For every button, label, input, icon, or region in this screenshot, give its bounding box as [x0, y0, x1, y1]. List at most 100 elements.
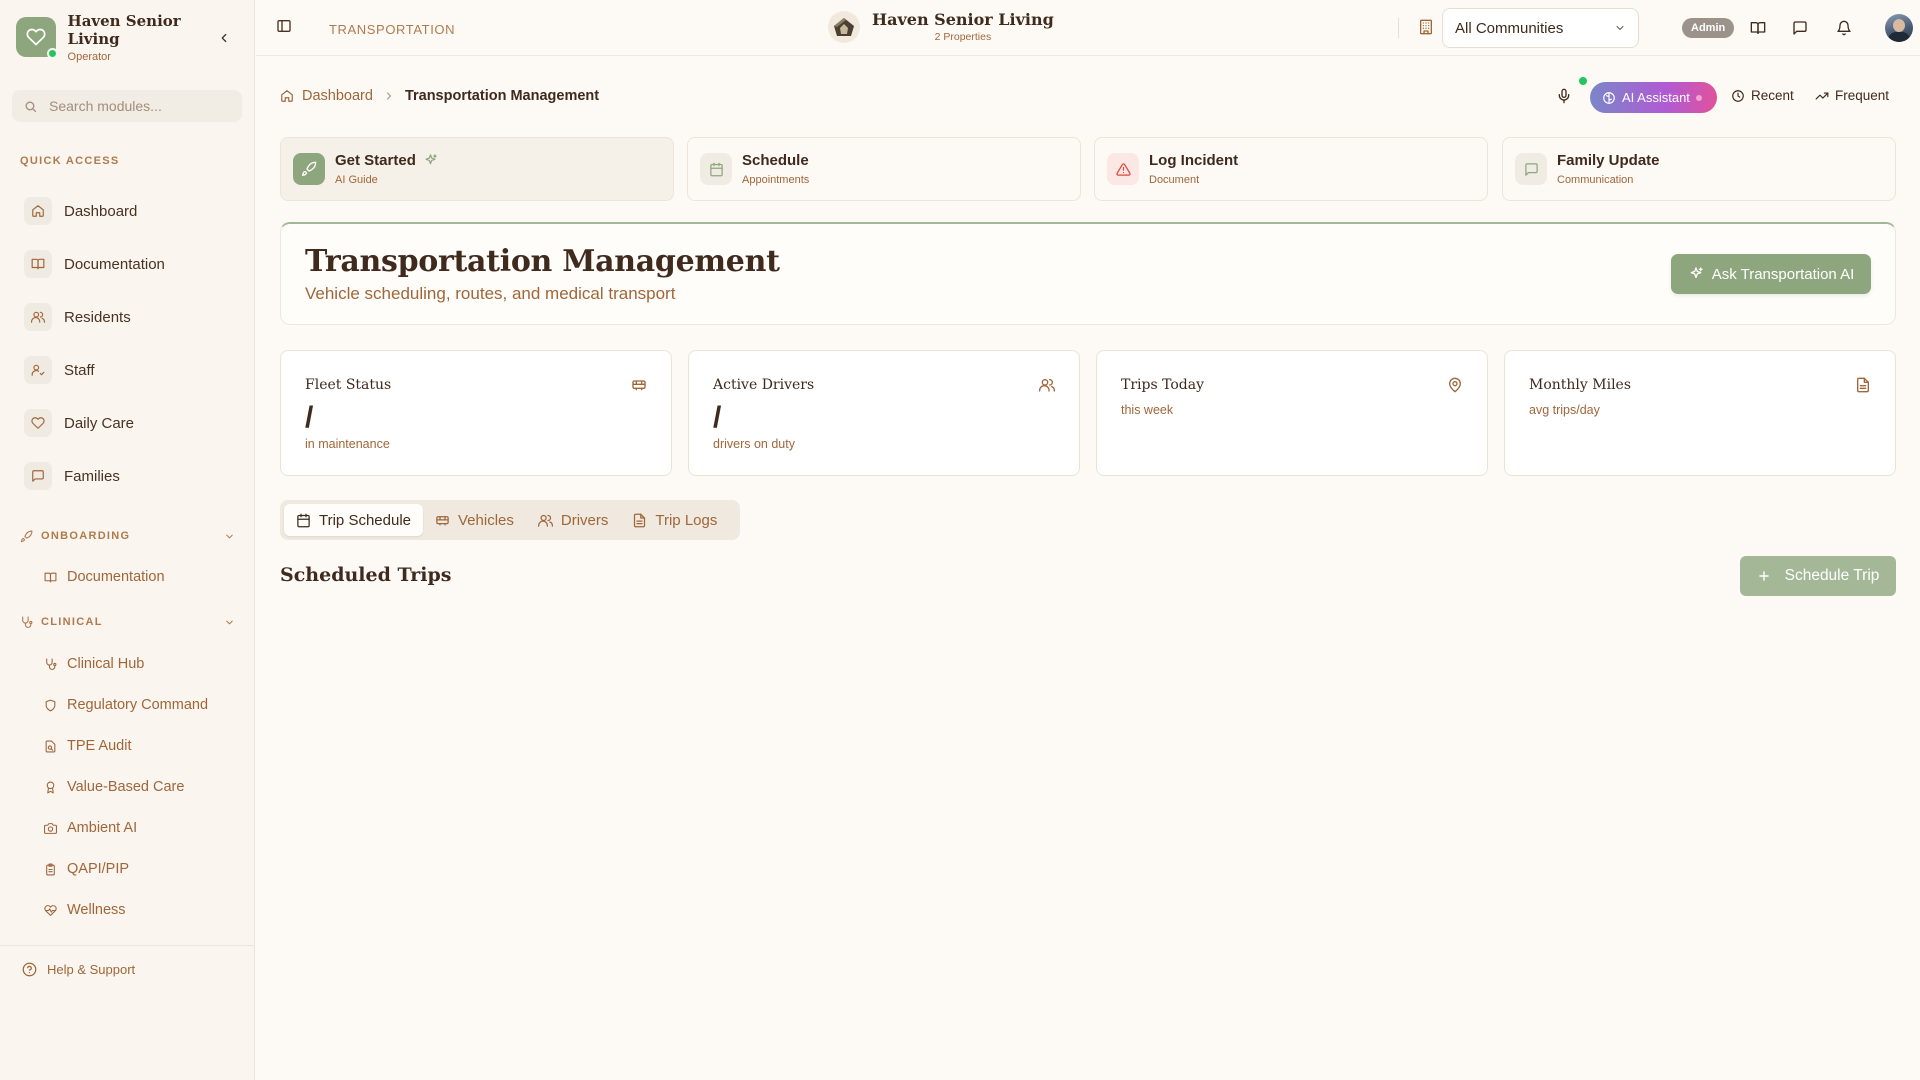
sidebar-item-families[interactable]: Families	[24, 458, 234, 494]
sidebar-subitem-wellness[interactable]: Wellness	[44, 897, 126, 923]
sidebar-subitem-label: Documentation	[67, 569, 165, 585]
ask-transportation-ai-button[interactable]: Ask Transportation AI	[1671, 254, 1871, 294]
brand-name: Haven Senior Living	[67, 11, 181, 48]
home-icon	[24, 197, 52, 225]
tab-trip-schedule[interactable]: Trip Schedule	[284, 504, 423, 536]
stat-value: /	[713, 401, 722, 434]
breadcrumb: Dashboard Transportation Management	[280, 88, 599, 104]
action-card-title: Log Incident	[1149, 152, 1239, 169]
transport-tabs: Trip Schedule Vehicles Drivers Trip Logs	[280, 500, 740, 540]
sidebar-subitem-value-based-care[interactable]: Value-Based Care	[44, 774, 184, 800]
group-label: ONBOARDING	[41, 530, 131, 542]
sidebar-subitem-tpe-audit[interactable]: TPE Audit	[44, 733, 131, 759]
family-update-card[interactable]: Family Update Communication	[1502, 137, 1896, 201]
breadcrumb-home-link[interactable]: Dashboard	[302, 88, 373, 104]
tab-label: Trip Schedule	[319, 511, 411, 529]
group-label: CLINICAL	[41, 616, 103, 628]
tab-drivers[interactable]: Drivers	[526, 504, 621, 536]
search-placeholder: Search modules...	[49, 98, 162, 114]
home-icon[interactable]	[280, 89, 294, 103]
calendar-icon	[296, 513, 311, 528]
sidebar-subitem-label: Value-Based Care	[67, 779, 185, 795]
rocket-icon	[20, 530, 33, 543]
property-brand[interactable]: Haven Senior Living 2 Properties	[828, 10, 1054, 43]
recent-button[interactable]: Recent	[1731, 88, 1794, 103]
heart-icon	[24, 409, 52, 437]
page-hero: Transportation Management Vehicle schedu…	[280, 222, 1896, 325]
message-icon[interactable]	[1790, 18, 1810, 38]
sidebar-divider	[0, 945, 255, 946]
chevron-down-icon	[224, 531, 235, 542]
action-card-subtitle: Communication	[1557, 174, 1634, 186]
trending-up-icon	[1815, 89, 1829, 103]
stat-title: Active Drivers	[713, 377, 815, 393]
sidebar-item-label: Daily Care	[64, 414, 135, 432]
sidebar-item-residents[interactable]: Residents	[24, 299, 234, 335]
sparkles-icon	[1688, 266, 1704, 282]
stat-subtitle: avg trips/day	[1529, 403, 1600, 417]
sidebar-subitem-regulatory-command[interactable]: Regulatory Command	[44, 692, 208, 718]
clipboard-icon	[44, 863, 57, 876]
community-select-value: All Communities	[1455, 19, 1564, 37]
action-card-subtitle: Appointments	[742, 174, 810, 186]
sidebar-item-daily-care[interactable]: Daily Care	[24, 405, 234, 441]
tab-vehicles[interactable]: Vehicles	[423, 504, 526, 536]
help-circle-icon	[22, 962, 37, 977]
community-select[interactable]: All Communities	[1442, 8, 1639, 48]
sidebar-subitem-documentation[interactable]: Documentation	[44, 564, 165, 590]
sidebar-subitem-qapi-pip[interactable]: QAPI/PIP	[44, 856, 129, 882]
get-started-card[interactable]: Get Started AI Guide	[280, 137, 674, 201]
heart-logo-icon	[16, 17, 58, 59]
action-card-subtitle: Document	[1149, 174, 1200, 186]
sidebar-item-documentation[interactable]: Documentation	[24, 246, 234, 282]
stat-title: Monthly Miles	[1529, 377, 1632, 393]
clock-icon	[1731, 89, 1745, 103]
rocket-icon	[293, 153, 325, 185]
chevron-down-icon	[1614, 22, 1626, 34]
property-count: 2 Properties	[934, 31, 992, 43]
file-text-icon	[632, 513, 647, 528]
ai-assistant-label: AI Assistant	[1622, 90, 1690, 105]
sidebar-item-label: Dashboard	[64, 202, 138, 220]
sidebar-item-label: Residents	[64, 308, 131, 326]
user-avatar[interactable]	[1885, 14, 1913, 42]
tab-label: Trip Logs	[655, 511, 718, 529]
module-search-input[interactable]: Search modules...	[12, 90, 242, 122]
user-check-icon	[24, 356, 52, 384]
header-divider	[1398, 18, 1399, 38]
help-support-link[interactable]: Help & Support	[22, 962, 135, 977]
frequent-button[interactable]: Frequent	[1815, 88, 1889, 103]
sidebar-item-dashboard[interactable]: Dashboard	[24, 193, 234, 229]
chevron-left-icon[interactable]	[212, 26, 236, 50]
avatar-body	[1888, 32, 1910, 42]
schedule-card[interactable]: Schedule Appointments	[687, 137, 1081, 201]
schedule-trip-button[interactable]: Schedule Trip	[1740, 556, 1896, 596]
top-header: TRANSPORTATION Haven Senior Living 2 Pro…	[256, 0, 1920, 56]
stat-subtitle: this week	[1121, 403, 1174, 417]
sidebar-item-staff[interactable]: Staff	[24, 352, 234, 388]
book-open-icon[interactable]	[1748, 18, 1768, 38]
sidebar-toggle-icon[interactable]	[276, 18, 292, 34]
group-onboarding[interactable]: ONBOARDING	[20, 526, 235, 546]
group-clinical[interactable]: CLINICAL	[20, 612, 235, 632]
users-icon	[537, 513, 553, 528]
alert-triangle-icon	[1107, 153, 1139, 185]
book-icon	[44, 571, 57, 584]
users-icon	[24, 303, 52, 331]
sidebar-subitem-label: Regulatory Command	[67, 697, 209, 713]
stat-value: /	[305, 401, 314, 434]
bus-icon	[435, 513, 450, 528]
sidebar-item-label: Families	[64, 467, 120, 485]
brain-icon	[1602, 91, 1616, 105]
microphone-icon[interactable]	[1556, 88, 1572, 104]
sidebar-brand[interactable]: Haven Senior Living Operator	[16, 12, 236, 63]
sidebar-subitem-clinical-hub[interactable]: Clinical Hub	[44, 651, 144, 677]
bell-icon[interactable]	[1834, 18, 1854, 38]
tab-trip-logs[interactable]: Trip Logs	[620, 504, 729, 536]
log-incident-card[interactable]: Log Incident Document	[1094, 137, 1488, 201]
message-icon	[1515, 153, 1547, 185]
ai-assistant-button[interactable]: AI Assistant	[1590, 82, 1717, 113]
ai-status-dot	[1695, 94, 1702, 101]
sidebar-subitem-label: Clinical Hub	[67, 656, 145, 672]
sidebar-subitem-ambient-ai[interactable]: Ambient AI	[44, 815, 137, 841]
